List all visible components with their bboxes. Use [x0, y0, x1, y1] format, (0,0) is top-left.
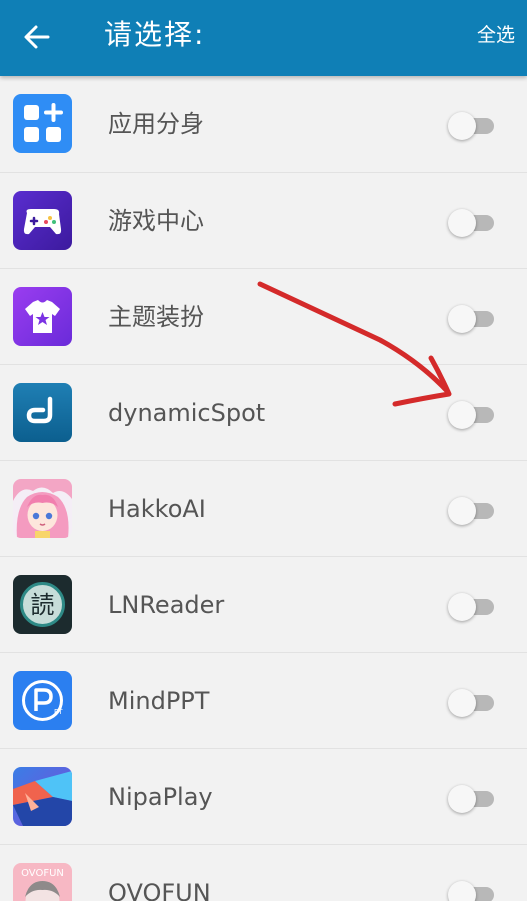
list-item[interactable]: 主题装扮 — [0, 269, 527, 365]
arrow-left-icon — [24, 25, 50, 49]
app-name: HakkoAI — [108, 495, 206, 523]
app-name: 应用分身 — [108, 110, 204, 138]
app-toggle[interactable] — [448, 209, 496, 237]
svg-text:PT: PT — [54, 708, 63, 716]
app-name: NipaPlay — [108, 783, 213, 811]
app-name: LNReader — [108, 591, 225, 619]
app-name: dynamicSpot — [108, 399, 266, 427]
select-all-button[interactable]: 全选 — [477, 22, 515, 48]
app-toggle[interactable] — [448, 497, 496, 525]
list-item[interactable]: PT MindPPT — [0, 653, 527, 749]
lnreader-icon: 読 — [13, 575, 72, 634]
app-name: 主题装扮 — [108, 303, 204, 331]
page-title: 请选择: — [104, 18, 206, 51]
nipaplay-icon — [13, 767, 72, 826]
app-selection-screen: 请选择: 全选 应用分身 游戏中心 主题装扮 dynamicSpot Hakko… — [0, 0, 527, 901]
hakkoai-icon — [13, 479, 72, 538]
game-center-icon — [13, 191, 72, 250]
app-toggle[interactable] — [448, 112, 496, 140]
ovofun-icon: OVOFUN — [13, 863, 72, 901]
app-bar: 请选择: 全选 — [0, 0, 527, 76]
list-item[interactable]: HakkoAI — [0, 461, 527, 557]
theme-icon — [13, 287, 72, 346]
app-toggle[interactable] — [448, 881, 496, 901]
app-name: MindPPT — [108, 687, 210, 715]
svg-text:読: 読 — [31, 591, 55, 619]
app-toggle[interactable] — [448, 689, 496, 717]
app-toggle[interactable] — [448, 593, 496, 621]
app-name: 游戏中心 — [108, 207, 204, 235]
list-item[interactable]: 应用分身 — [0, 76, 527, 173]
list-item[interactable]: OVOFUN OVOFUN — [0, 845, 527, 901]
app-clone-icon — [13, 94, 72, 153]
app-name: OVOFUN — [108, 879, 211, 901]
list-item[interactable]: dynamicSpot — [0, 365, 527, 461]
dynamicspot-icon — [13, 383, 72, 442]
app-toggle[interactable] — [448, 785, 496, 813]
app-toggle[interactable] — [448, 305, 496, 333]
list-item[interactable]: NipaPlay — [0, 749, 527, 845]
app-toggle[interactable] — [448, 401, 496, 429]
list-item[interactable]: 游戏中心 — [0, 173, 527, 269]
back-button[interactable] — [14, 14, 60, 60]
mindppt-icon: PT — [13, 671, 72, 730]
svg-text:OVOFUN: OVOFUN — [21, 868, 64, 879]
app-list: 应用分身 游戏中心 主题装扮 dynamicSpot HakkoAI 読 LNR… — [0, 76, 527, 901]
list-item[interactable]: 読 LNReader — [0, 557, 527, 653]
